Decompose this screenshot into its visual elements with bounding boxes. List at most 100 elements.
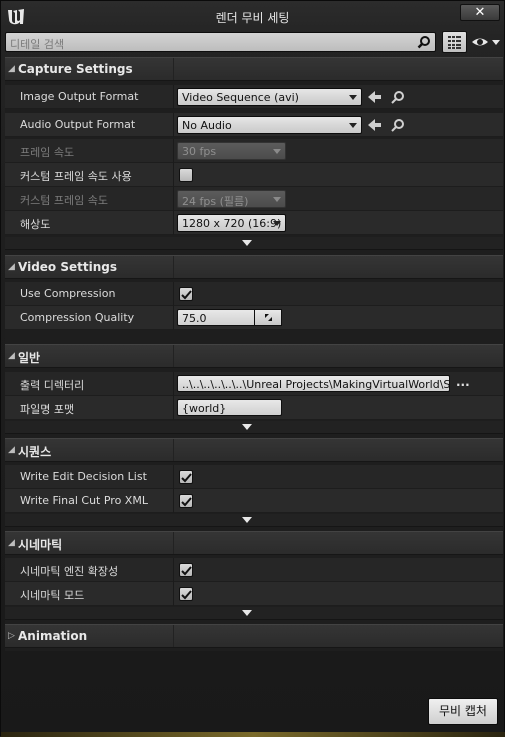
property-label: Compression Quality [20,311,135,324]
checkmark-icon [181,290,192,300]
row-audio-output-format: Audio Output Format No Audio [5,113,503,137]
section-title: Video Settings [18,260,117,274]
row-image-output-format: Image Output Format Video Sequence (avi) [5,85,503,109]
filename-format-field[interactable]: {world} [177,399,282,416]
dropdown-value: 1280 x 720 (16:9) [182,217,282,230]
search-placeholder: 디테일 검색 [10,38,65,51]
section-header-video-settings[interactable]: ◢ Video Settings [5,255,503,279]
property-label: Use Compression [20,287,116,300]
property-label: Image Output Format [20,90,139,103]
use-compression-checkbox[interactable] [179,287,193,301]
section-header-capture-settings[interactable]: ◢ Capture Settings [5,57,503,81]
search-icon [417,36,430,49]
property-label: 시네마틱 엔진 확장성 [20,565,119,578]
row-cinematic-engine-scalability: 시네마틱 엔진 확장성 [5,558,503,582]
dropdown-value: Video Sequence (avi) [182,91,299,104]
advanced-expander[interactable] [5,237,503,250]
row-filename-format: 파일명 포맷 {world} [5,396,503,420]
advanced-expander[interactable] [5,607,503,620]
window-bottom-edge [1,732,505,737]
browse-button[interactable]: ... [456,375,470,389]
checkmark-icon [181,590,192,600]
property-matrix-icon [448,36,461,49]
property-label: 커스텀 프레임 속도 [20,194,108,207]
browse-search-icon[interactable] [390,117,406,133]
close-button[interactable]: ✕ [460,4,500,21]
compression-quality-spinbox[interactable]: 75.0 [177,309,255,326]
eye-icon [472,38,500,46]
section-header-cinematic[interactable]: ◢ 시네마틱 [5,531,503,555]
browse-search-icon[interactable] [390,89,406,105]
chevron-down-icon [349,95,357,100]
use-selected-arrow-icon[interactable] [367,89,383,105]
audio-output-format-dropdown[interactable]: No Audio [177,116,362,134]
section-title: Animation [18,629,88,643]
title-bar[interactable]: 렌더 무비 세팅 ✕ [1,1,504,31]
row-frame-rate: 프레임 속도 30 fps [5,139,503,163]
row-compression-quality: Compression Quality 75.0 [5,306,503,330]
row-output-directory: 출력 디렉터리 ..\..\..\..\..\..\Unreal Project… [5,372,503,396]
property-label: 프레임 속도 [20,146,75,159]
row-resolution: 해상도 1280 x 720 (16:9) [5,211,503,235]
row-use-compression: Use Compression [5,282,503,306]
expand-down-icon [242,424,252,430]
resolution-dropdown[interactable]: 1280 x 720 (16:9) [177,214,286,232]
expand-down-icon [242,517,252,523]
property-label: 커스텀 프레임 속도 사용 [20,170,132,183]
spinbox-drag-handle[interactable] [255,309,282,326]
expand-arrow-icon: ▷ [8,631,15,641]
row-use-custom-frame-rate: 커스텀 프레임 속도 사용 [5,163,503,187]
field-value: ..\..\..\..\..\..\Unreal Projects\Making… [182,378,450,391]
cinematic-engine-scalability-checkbox[interactable] [179,563,193,577]
checkmark-icon [181,473,192,483]
row-custom-frame-rate: 커스텀 프레임 속도 24 fps (필름) [5,187,503,211]
property-matrix-button[interactable] [442,31,467,53]
expand-down-icon [242,610,252,616]
property-label: Write Final Cut Pro XML [20,494,148,507]
spinbox-value: 75.0 [182,312,207,325]
checkmark-icon [181,566,192,576]
dropdown-value: 30 fps [182,145,217,158]
capture-movie-button[interactable]: 무비 캡처 [428,698,498,725]
resize-arrows-icon [265,314,272,321]
field-value: {world} [182,402,227,415]
cinematic-mode-checkbox[interactable] [179,587,193,601]
collapse-arrow-icon: ◢ [8,538,15,548]
use-selected-arrow-icon[interactable] [367,117,383,133]
window-title: 렌더 무비 세팅 [215,11,290,25]
details-panel: ◢ Capture Settings Image Output Format V… [5,57,503,651]
write-edl-checkbox[interactable] [179,470,193,484]
property-label: 파일명 포맷 [20,403,75,416]
image-output-format-dropdown[interactable]: Video Sequence (avi) [177,88,362,106]
checkmark-icon [181,497,192,507]
section-header-general[interactable]: ◢ 일반 [5,344,503,368]
property-label: 출력 디렉터리 [20,379,85,392]
render-movie-settings-window: 렌더 무비 세팅 ✕ 디테일 검색 ◢ Capture Settings Ima… [0,0,505,737]
expand-down-icon [242,240,252,246]
section-title: 시네마틱 [18,538,63,552]
use-custom-frame-rate-checkbox[interactable] [179,168,193,182]
advanced-expander[interactable] [5,514,503,527]
row-cinematic-mode: 시네마틱 모드 [5,582,503,606]
section-title: 일반 [18,351,41,365]
collapse-arrow-icon: ◢ [8,64,15,74]
frame-rate-dropdown: 30 fps [177,142,286,160]
write-fcp-xml-checkbox[interactable] [179,494,193,508]
dropdown-value: 24 fps (필름) [182,195,249,208]
property-label: Write Edit Decision List [20,470,147,483]
view-options-button[interactable] [470,33,503,51]
collapse-arrow-icon: ◢ [8,445,15,455]
section-header-animation[interactable]: ▷ Animation [5,624,503,648]
property-label: Audio Output Format [20,118,136,131]
section-header-sequence[interactable]: ◢ 시퀀스 [5,438,503,462]
advanced-expander[interactable] [5,421,503,434]
dropdown-value: No Audio [182,119,232,132]
section-title: 시퀀스 [18,445,52,459]
row-write-edl: Write Edit Decision List [5,465,503,489]
collapse-arrow-icon: ◢ [8,351,15,361]
chevron-down-icon [273,221,281,226]
output-directory-field[interactable]: ..\..\..\..\..\..\Unreal Projects\Making… [177,375,450,392]
chevron-down-icon [273,197,281,202]
section-title: Capture Settings [18,62,133,76]
search-input[interactable]: 디테일 검색 [5,32,436,52]
